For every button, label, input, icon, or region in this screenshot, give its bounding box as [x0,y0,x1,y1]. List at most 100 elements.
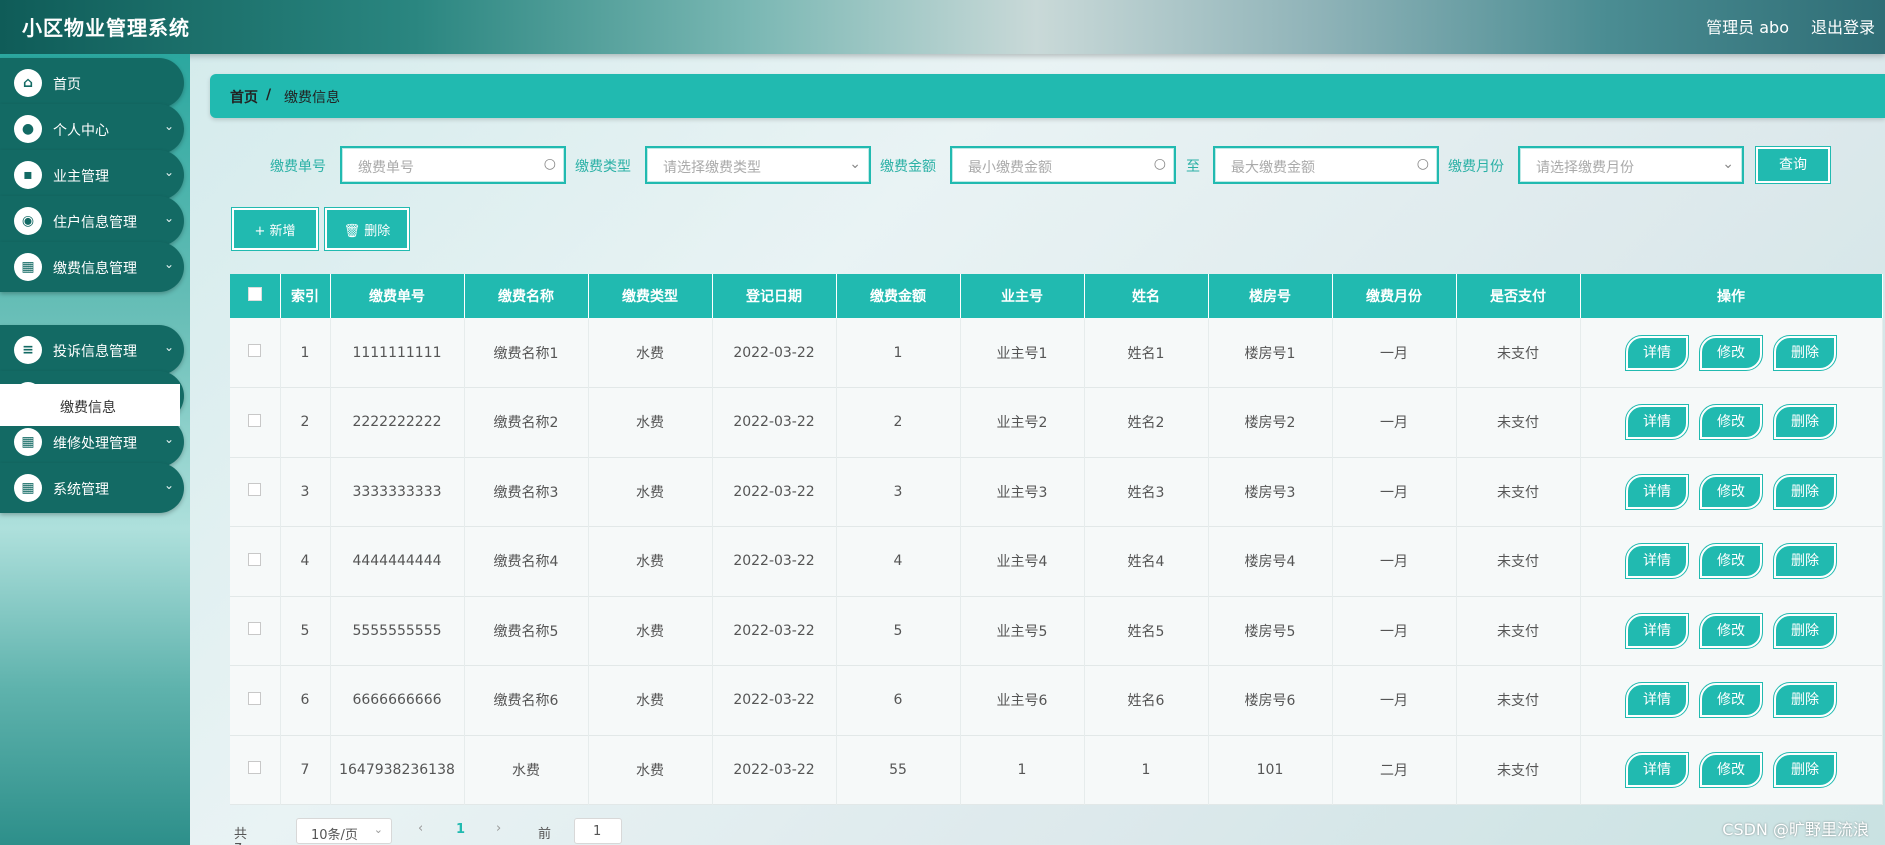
row-actions: 详情 修改 删除 [1580,457,1883,527]
delete-button[interactable]: 删除 [1773,543,1837,580]
edit-button[interactable]: 修改 [1699,543,1763,580]
page-size-select[interactable]: 10条/页 ⌄ [296,818,392,844]
select-all-cell[interactable] [230,274,281,318]
sidebar-item-2[interactable]: ▪ 业主管理 ⌄ [0,150,184,200]
delete-button[interactable]: 删除 [1773,404,1837,441]
detail-button[interactable]: 详情 [1625,612,1689,649]
row-select-cell[interactable] [230,665,281,735]
sidebar-item-0[interactable]: ⌂ 首页 [0,58,184,108]
table-cell: 3 [280,457,331,527]
min-amount-input[interactable]: 最小缴费金额 ○ [950,146,1176,184]
row-actions: 详情 修改 删除 [1580,526,1883,596]
fee-month-select[interactable]: 请选择缴费月份 ⌄ [1518,146,1744,184]
submenu-item-fee-info[interactable]: 缴费信息 [0,384,180,426]
row-actions: 详情 修改 删除 [1580,387,1883,457]
edit-button[interactable]: 修改 [1699,612,1763,649]
logout-link[interactable]: 退出登录 [1811,14,1875,38]
column-header: 缴费单号 [330,274,465,318]
table-cell: 2022-03-22 [712,318,837,388]
submenu-item-label: 缴费信息 [60,400,116,416]
table-cell: 一月 [1332,526,1457,596]
table-cell: 业主号2 [960,387,1085,457]
delete-button[interactable]: 删除 [1773,751,1837,788]
grid-icon: ▦ [14,253,42,281]
delete-button[interactable]: 删除 [1773,473,1837,510]
table-cell: 姓名6 [1084,665,1209,735]
row-checkbox[interactable] [248,691,262,705]
detail-button[interactable]: 详情 [1625,682,1689,719]
max-amount-input[interactable]: 最大缴费金额 ○ [1213,146,1439,184]
detail-button[interactable]: 详情 [1625,751,1689,788]
watermark: CSDN @旷野里流浪 [1722,820,1869,839]
row-select-cell[interactable] [230,735,281,805]
column-header: 是否支付 [1456,274,1581,318]
order-no-input[interactable]: 缴费单号 ○ [340,146,566,184]
current-page[interactable]: 1 [456,822,465,837]
edit-button[interactable]: 修改 [1699,751,1763,788]
row-checkbox[interactable] [248,622,262,636]
detail-button[interactable]: 详情 [1625,543,1689,580]
prev-page-icon[interactable]: ‹ [418,821,423,836]
edit-button[interactable]: 修改 [1699,404,1763,441]
fee-type-select[interactable]: 请选择缴费类型 ⌄ [645,146,871,184]
breadcrumb-separator: / [266,87,272,103]
detail-button[interactable]: 详情 [1625,404,1689,441]
table-cell: 缴费名称2 [464,387,589,457]
table-cell: 未支付 [1456,387,1581,457]
edit-button[interactable]: 修改 [1699,334,1763,371]
order-no-placeholder: 缴费单号 [358,160,414,176]
add-button[interactable]: + 新增 [231,207,319,251]
chevron-down-icon: ⌄ [163,257,174,271]
detail-button[interactable]: 详情 [1625,334,1689,371]
row-checkbox[interactable] [248,552,262,566]
table-cell: 一月 [1332,596,1457,666]
sidebar-item-label: 住户信息管理 [53,215,137,231]
table-cell: 一月 [1332,457,1457,527]
sidebar-item-1[interactable]: ● 个人中心 ⌄ [0,104,184,154]
edit-button[interactable]: 修改 [1699,473,1763,510]
goto-label: 前往 [538,827,552,842]
column-header: 索引 [280,274,331,318]
row-select-cell[interactable] [230,387,281,457]
fee-table: 索引 缴费单号 缴费名称 缴费类型 登记日期 缴费金额 业主号 姓名 楼房号 缴费月份 是否支付 操作… [230,274,1883,805]
chevron-down-icon: ⌄ [163,165,174,179]
sidebar-item-8[interactable]: ▦ 系统管理 ⌄ [0,463,184,513]
row-checkbox[interactable] [248,413,262,427]
row-checkbox[interactable] [248,344,262,357]
sidebar-item-3[interactable]: ◉ 住户信息管理 ⌄ [0,196,184,246]
app-title: 小区物业管理系统 [22,16,190,40]
row-actions: 详情 修改 删除 [1580,665,1883,735]
select-all-checkbox[interactable] [247,287,262,301]
batch-delete-button[interactable]: 🗑 删除 [324,207,410,251]
next-page-icon[interactable]: › [496,821,501,836]
location-pin-icon: ◉ [14,207,42,235]
edit-button[interactable]: 修改 [1699,682,1763,719]
delete-button[interactable]: 删除 [1773,682,1837,719]
chevron-down-icon: ⌄ [373,823,383,836]
table-cell: 姓名5 [1084,596,1209,666]
chevron-down-icon: ⌄ [849,156,861,172]
delete-button[interactable]: 删除 [1773,612,1837,649]
row-checkbox[interactable] [248,761,262,775]
user-icon: ● [14,115,42,143]
row-select-cell[interactable] [230,457,281,527]
delete-button[interactable]: 删除 [1773,334,1837,371]
breadcrumb: 首页 / 缴费信息 [210,74,1885,118]
row-select-cell[interactable] [230,526,281,596]
sidebar-item-5[interactable]: ≡ 投诉信息管理 ⌄ [0,325,184,375]
row-select-cell[interactable] [230,318,281,388]
table-cell: 1 [960,735,1085,805]
fee-type-label: 缴费类型 [575,159,631,175]
row-select-cell[interactable] [230,596,281,666]
query-button[interactable]: 查询 [1755,146,1831,184]
breadcrumb-home[interactable]: 首页 [230,87,258,107]
table-cell: 2022-03-22 [712,596,837,666]
row-checkbox[interactable] [248,483,262,497]
goto-page-input[interactable]: 1 [574,818,622,844]
table-cell: 业主号1 [960,318,1085,388]
sidebar-item-4[interactable]: ▦ 缴费信息管理 ⌄ [0,242,184,292]
detail-button[interactable]: 详情 [1625,473,1689,510]
sidebar-item-label: 首页 [53,77,81,93]
table-cell: 楼房号4 [1208,526,1333,596]
table-cell: 水费 [588,596,713,666]
